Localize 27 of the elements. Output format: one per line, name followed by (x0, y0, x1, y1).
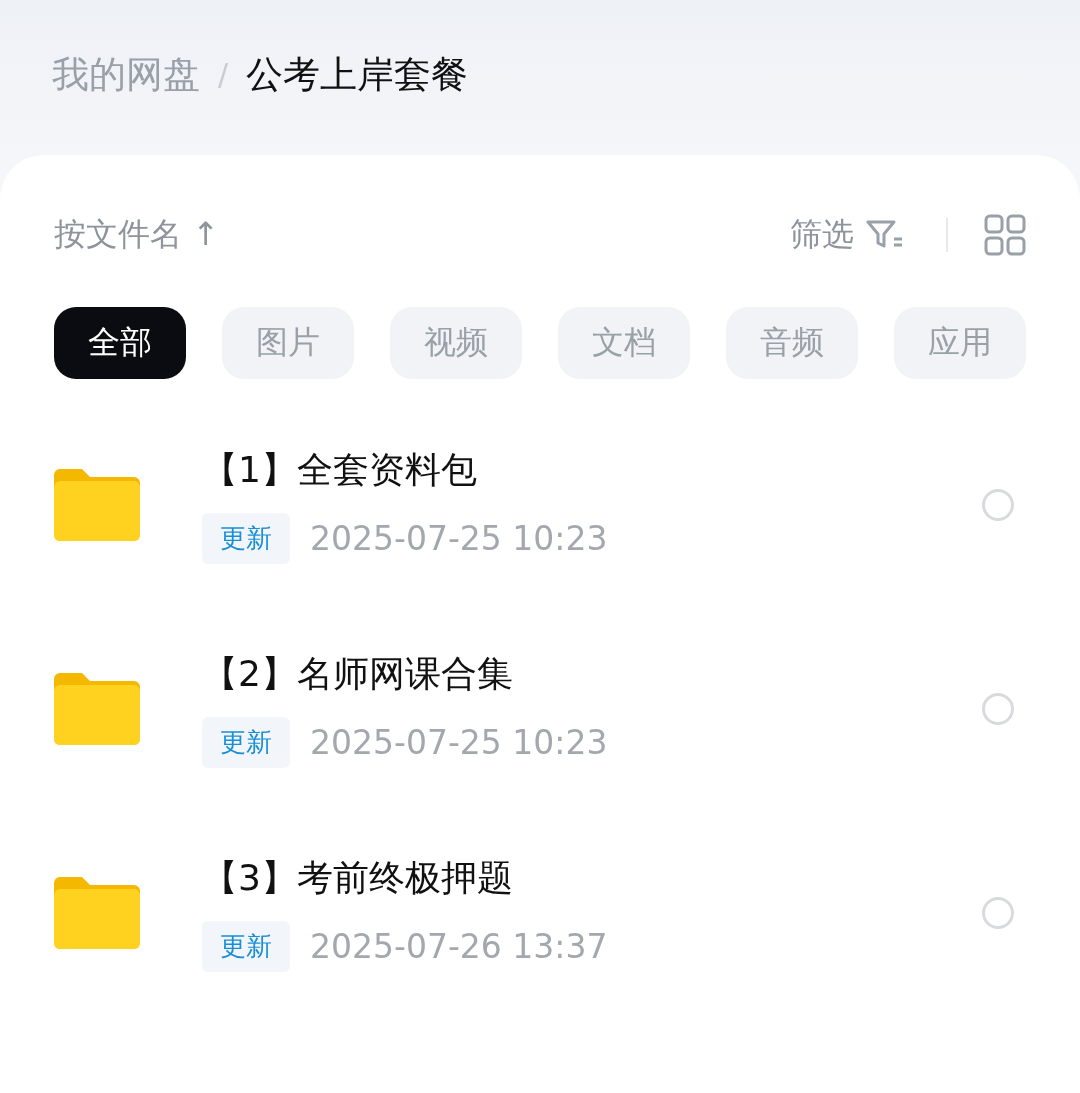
folder-icon (54, 671, 140, 747)
category-tab[interactable]: 视频 (390, 307, 522, 379)
modified-time: 2025-07-26 13:37 (310, 927, 608, 966)
filter-button[interactable]: 筛选 (790, 213, 854, 257)
category-tab[interactable]: 图片 (222, 307, 354, 379)
sort-label[interactable]: 按文件名 ↑ (54, 213, 219, 257)
folder-icon (54, 467, 140, 543)
category-tab[interactable]: 音频 (726, 307, 858, 379)
modified-time: 2025-07-25 10:23 (310, 519, 608, 558)
update-tag: 更新 (202, 513, 290, 564)
update-tag: 更新 (202, 717, 290, 768)
breadcrumb-item[interactable]: 公考上岸套餐 (246, 49, 469, 100)
select-radio[interactable] (982, 693, 1014, 725)
grid-view-icon[interactable] (984, 214, 1026, 256)
select-radio[interactable] (982, 897, 1014, 929)
category-tab[interactable]: 文档 (558, 307, 690, 379)
folder-name[interactable]: 【1】全套资料包 (202, 446, 982, 495)
folder-icon (54, 875, 140, 951)
breadcrumb-separator: / (218, 57, 229, 92)
select-radio[interactable] (982, 489, 1014, 521)
modified-time: 2025-07-25 10:23 (310, 723, 608, 762)
category-tab[interactable]: 应用 (894, 307, 1026, 379)
breadcrumb-item[interactable]: 我的网盘 (52, 49, 200, 100)
folder-name[interactable]: 【2】名师网课合集 (202, 650, 982, 699)
update-tag: 更新 (202, 921, 290, 972)
category-tab[interactable]: 全部 (54, 307, 186, 379)
folder-name[interactable]: 【3】考前终极押题 (202, 854, 982, 903)
